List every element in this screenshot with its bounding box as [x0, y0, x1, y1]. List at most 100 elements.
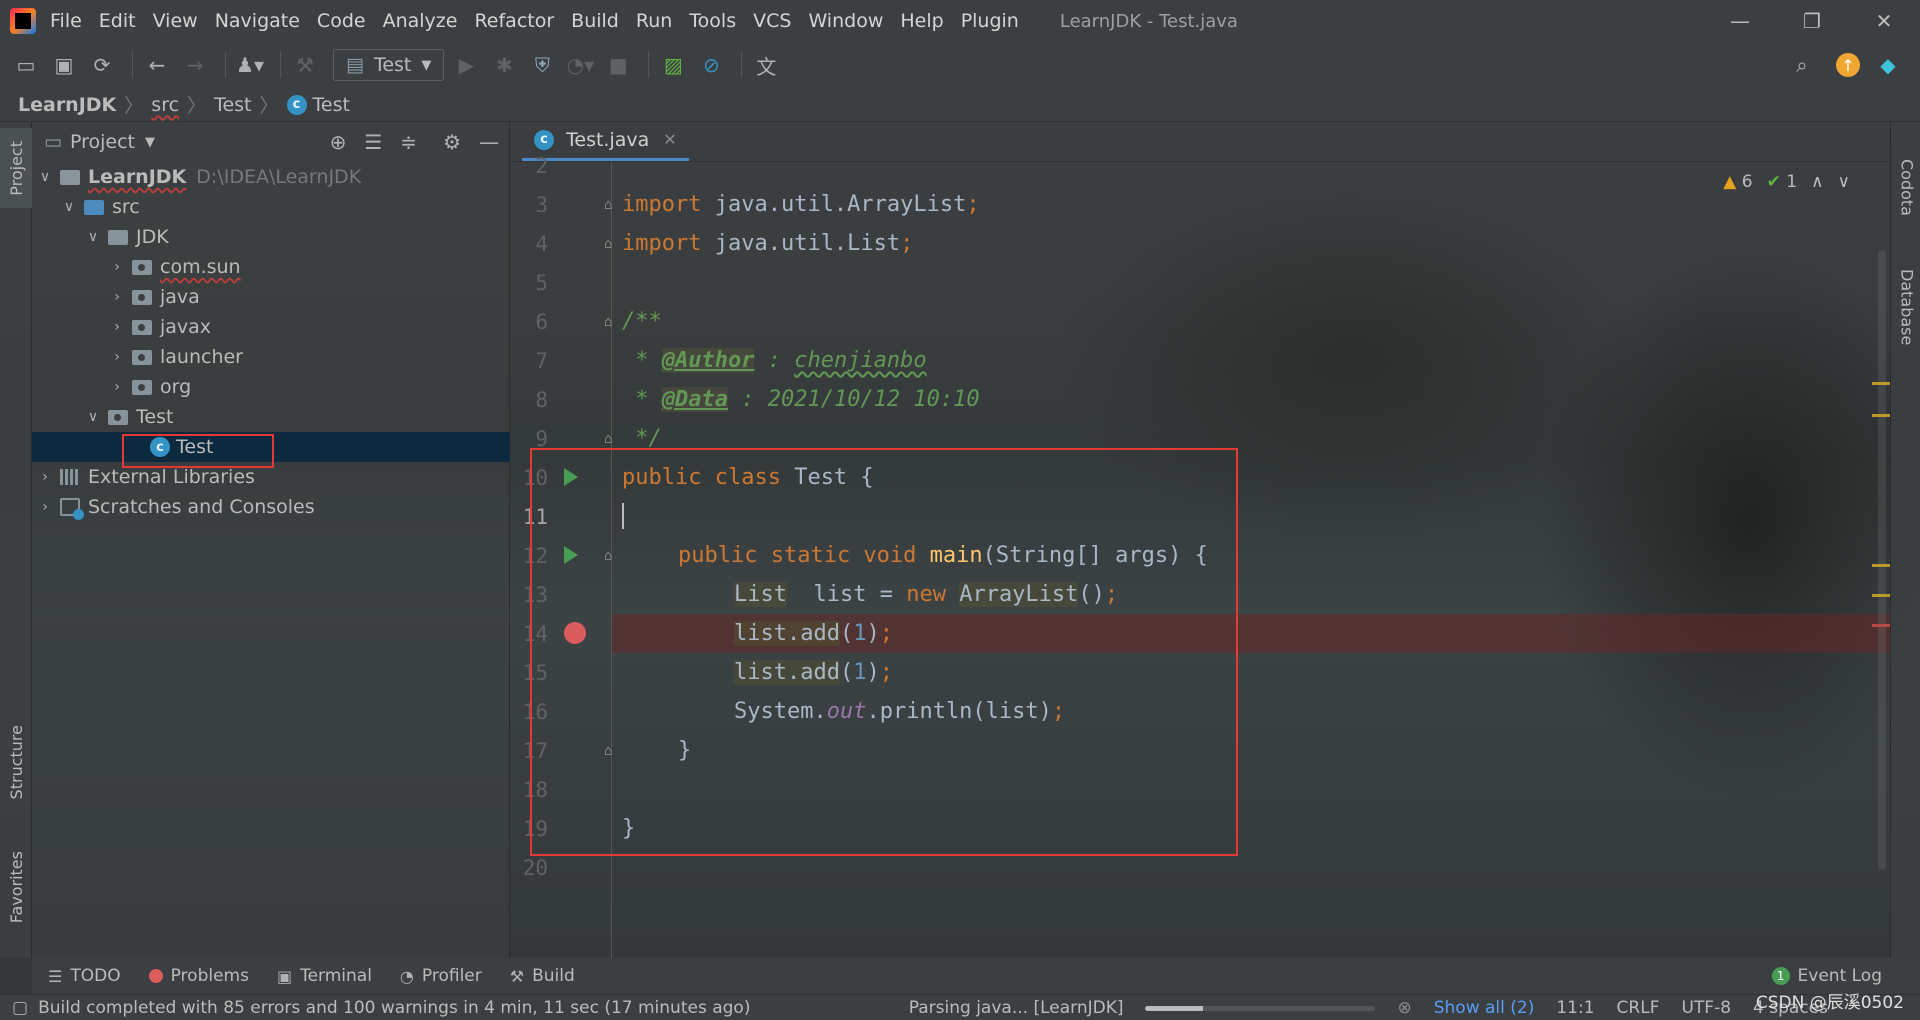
menu-plugin[interactable]: Plugin	[961, 10, 1019, 32]
build-tool-tab[interactable]: ⚒ Build	[510, 966, 575, 986]
menu-vcs[interactable]: VCS	[753, 10, 791, 32]
tree-item-java[interactable]: › java	[108, 282, 200, 312]
fold-marker-icon[interactable]: ⌂	[604, 314, 612, 330]
codota-tool-tab[interactable]: Codota	[1891, 132, 1920, 242]
warning-stripe-marker[interactable]	[1872, 564, 1890, 567]
gear-icon[interactable]: ⚙	[443, 130, 461, 154]
jetbrains-toolbox-icon[interactable]: ◆	[1872, 49, 1904, 81]
status-toggle-icon[interactable]: ▢	[12, 998, 28, 1018]
hide-panel-icon[interactable]: —	[479, 130, 499, 154]
tree-item-test-package[interactable]: ∨ Test	[84, 402, 174, 432]
menu-tools[interactable]: Tools	[689, 10, 736, 32]
breadcrumb-test-package[interactable]: Test	[214, 94, 251, 116]
caret-position[interactable]: 11:1	[1556, 998, 1594, 1018]
database-tool-tab[interactable]: Database	[1891, 247, 1920, 367]
file-encoding[interactable]: UTF-8	[1681, 998, 1731, 1018]
locate-file-icon[interactable]: ⊕	[330, 130, 347, 154]
activity-monitor-icon[interactable]: ▨	[657, 49, 689, 81]
collapsed-arrow-icon[interactable]: ›	[108, 319, 126, 335]
save-all-icon[interactable]: ▣	[48, 49, 80, 81]
run-configuration-select[interactable]: ▤ Test ▼	[333, 49, 445, 81]
menu-navigate[interactable]: Navigate	[215, 10, 300, 32]
tree-item-launcher[interactable]: › launcher	[108, 342, 243, 372]
warning-stripe-marker[interactable]	[1872, 594, 1890, 597]
breadcrumb-separator-icon: 〉	[124, 95, 144, 117]
menu-view[interactable]: View	[153, 10, 198, 32]
cancel-task-icon[interactable]: ⊗	[1397, 998, 1411, 1018]
structure-tool-tab[interactable]: Structure	[0, 712, 32, 812]
collapsed-arrow-icon[interactable]: ›	[36, 469, 54, 485]
intellij-logo-icon	[10, 8, 36, 34]
fold-marker-icon[interactable]: ⌂	[604, 236, 612, 252]
breadcrumb-src[interactable]: src	[151, 94, 179, 116]
background-task-label[interactable]: Parsing java... [LearnJDK]	[909, 998, 1124, 1018]
fold-marker-icon[interactable]: ⌂	[604, 431, 612, 447]
tree-item-learnjdk[interactable]: ∨ LearnJDK D:\IDEA\LearnJDK	[36, 162, 361, 192]
open-folder-icon[interactable]: ▭	[10, 49, 42, 81]
update-available-icon[interactable]: ↑	[1836, 53, 1860, 77]
show-all-tasks-link[interactable]: Show all (2)	[1434, 998, 1535, 1018]
fold-marker-icon[interactable]: ⌂	[604, 197, 612, 213]
project-view-select[interactable]: Project	[70, 131, 135, 153]
tree-item-src[interactable]: ∨ src	[60, 192, 140, 222]
expand-all-icon[interactable]: ☰	[364, 130, 382, 154]
expanded-arrow-icon[interactable]: ∨	[36, 169, 54, 185]
project-tool-tab[interactable]: Project	[0, 128, 32, 208]
code-editor[interactable]: ▲ 6 ✔ 1 ∧ ∨ 2 3 ⌂ import java.util.Array…	[512, 154, 1892, 958]
collapsed-arrow-icon[interactable]: ›	[108, 289, 126, 305]
breadcrumb-file[interactable]: Test	[313, 94, 350, 116]
menu-file[interactable]: File	[50, 10, 82, 32]
breakpoint-stripe-marker[interactable]	[1872, 624, 1890, 627]
minimize-button[interactable]: —	[1704, 0, 1776, 42]
menu-edit[interactable]: Edit	[99, 10, 136, 32]
tree-item-javax[interactable]: › javax	[108, 312, 211, 342]
tree-item-com-sun[interactable]: › com.sun	[108, 252, 240, 282]
tree-item-jdk[interactable]: ∨ JDK	[84, 222, 169, 252]
back-arrow-icon[interactable]: ←	[141, 49, 173, 81]
expanded-arrow-icon[interactable]: ∨	[60, 199, 78, 215]
collapsed-arrow-icon[interactable]: ›	[108, 259, 126, 275]
power-save-icon[interactable]: ⊘	[695, 49, 727, 81]
run-with-coverage-icon[interactable]: ⛨	[526, 49, 558, 81]
run-icon[interactable]: ▶	[450, 49, 482, 81]
close-window-button[interactable]: ✕	[1848, 0, 1920, 42]
menu-code[interactable]: Code	[317, 10, 366, 32]
collapse-all-icon[interactable]: ≑	[400, 130, 417, 154]
collapsed-arrow-icon[interactable]: ›	[108, 349, 126, 365]
search-icon[interactable]: ⌕	[1786, 49, 1818, 81]
menu-window[interactable]: Window	[808, 10, 883, 32]
warning-stripe-marker[interactable]	[1872, 414, 1890, 417]
menu-help[interactable]: Help	[900, 10, 943, 32]
collapsed-arrow-icon[interactable]: ›	[36, 499, 54, 515]
menu-build[interactable]: Build	[571, 10, 619, 32]
editor-scrollbar[interactable]	[1878, 250, 1886, 870]
tree-item-org[interactable]: › org	[108, 372, 191, 402]
todo-tool-tab[interactable]: ☰ TODO	[48, 966, 121, 986]
build-hammer-icon[interactable]: ⚒	[289, 49, 321, 81]
menu-run[interactable]: Run	[636, 10, 672, 32]
problems-tool-tab[interactable]: Problems	[148, 966, 249, 986]
stop-icon[interactable]: ■	[602, 49, 634, 81]
menu-refactor[interactable]: Refactor	[474, 10, 554, 32]
translate-icon[interactable]: 文	[750, 49, 782, 81]
profiler-tool-tab[interactable]: ◔ Profiler	[400, 966, 482, 986]
breadcrumb-project[interactable]: LearnJDK	[18, 94, 116, 116]
chevron-down-icon[interactable]: ▼	[145, 135, 155, 150]
forward-arrow-icon[interactable]: →	[179, 49, 211, 81]
line-separator[interactable]: CRLF	[1617, 998, 1660, 1018]
terminal-tool-tab[interactable]: ▣ Terminal	[277, 966, 372, 986]
tree-label-java: java	[160, 286, 200, 308]
restore-button[interactable]: ❐	[1776, 0, 1848, 42]
status-message[interactable]: Build completed with 85 errors and 100 w…	[38, 998, 750, 1018]
warning-stripe-marker[interactable]	[1872, 382, 1890, 385]
sync-icon[interactable]: ⟳	[86, 49, 118, 81]
profile-icon[interactable]: ◔▾	[564, 49, 596, 81]
expanded-arrow-icon[interactable]: ∨	[84, 229, 102, 245]
expanded-arrow-icon[interactable]: ∨	[84, 409, 102, 425]
debug-icon[interactable]: ✱	[488, 49, 520, 81]
vcs-user-icon[interactable]: ♟▾	[234, 49, 266, 81]
favorites-tool-tab[interactable]: Favorites	[0, 832, 32, 942]
tree-item-scratches[interactable]: › Scratches and Consoles	[36, 492, 315, 522]
menu-analyze[interactable]: Analyze	[383, 10, 458, 32]
collapsed-arrow-icon[interactable]: ›	[108, 379, 126, 395]
